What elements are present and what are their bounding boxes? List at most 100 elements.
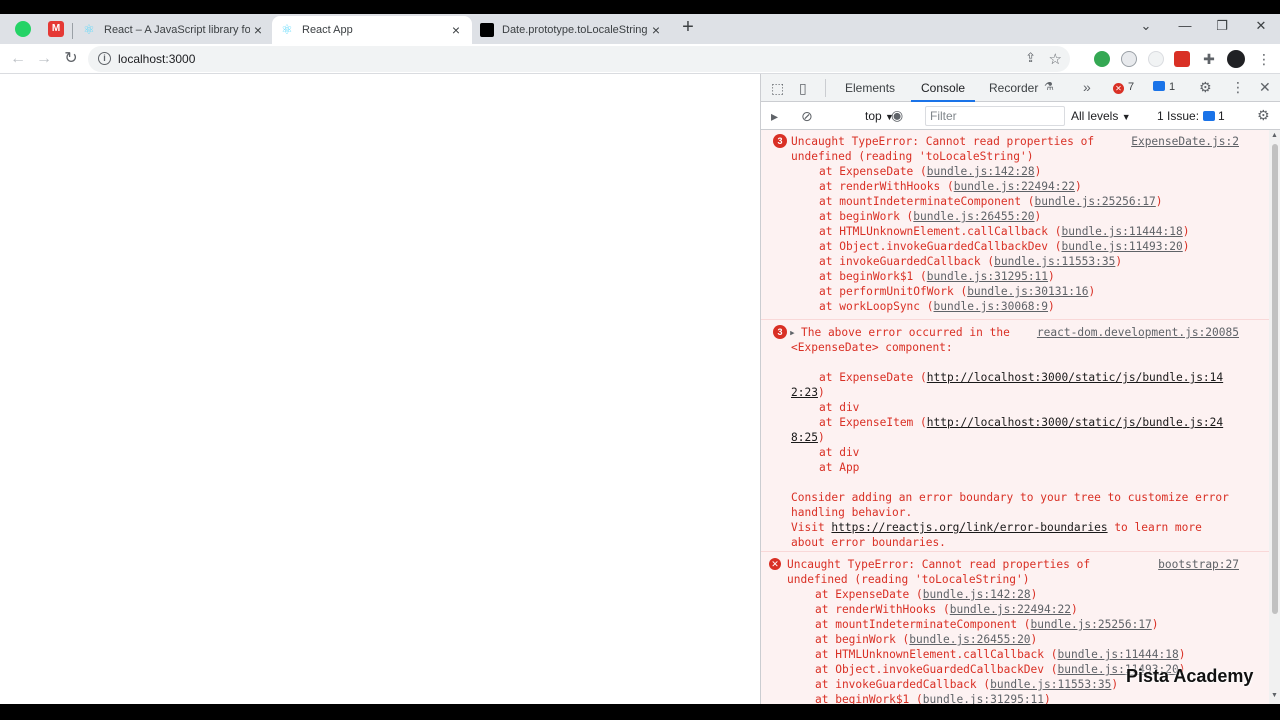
react-icon: ⚛: [83, 22, 95, 37]
error-text: The above error occurred in the: [801, 326, 1010, 339]
minimize-icon[interactable]: —: [1175, 18, 1195, 33]
tab-console[interactable]: Console: [921, 81, 965, 95]
stack-end: ): [1030, 633, 1038, 646]
error-source-link[interactable]: react-dom.development.js:20085: [1037, 325, 1239, 340]
extension-icon[interactable]: [1148, 51, 1164, 67]
stack-end: ): [1111, 678, 1119, 691]
stack-link[interactable]: bundle.js:25256:17: [1035, 195, 1156, 208]
filter-input[interactable]: Filter: [925, 106, 1065, 126]
scrollbar-thumb[interactable]: [1272, 144, 1278, 614]
whatsapp-pinned-tab-icon[interactable]: [15, 21, 31, 37]
close-icon[interactable]: ×: [448, 22, 464, 38]
stack-link[interactable]: bundle.js:11493:20: [1061, 240, 1182, 253]
more-tabs-icon[interactable]: »: [1083, 79, 1091, 95]
tab-recorder[interactable]: Recorder: [989, 81, 1038, 95]
stack-fn: at ExpenseDate (: [815, 588, 923, 601]
info-icon[interactable]: i: [98, 52, 111, 65]
maximize-icon[interactable]: ❐: [1212, 18, 1232, 34]
tab-search-icon[interactable]: ⌄: [1136, 18, 1156, 34]
issues-button[interactable]: 1 Issue: 1: [1157, 109, 1225, 123]
live-expression-eye-icon[interactable]: ◉: [891, 107, 903, 124]
tab-react-docs[interactable]: ⚛ React – A JavaScript library for bu ×: [74, 16, 274, 44]
sidebar-toggle-icon[interactable]: ▸: [771, 108, 778, 125]
stack-fn: at beginWork (: [815, 633, 910, 646]
log-levels-dropdown[interactable]: All levels ▼: [1071, 109, 1131, 123]
stack-fn: at mountIndeterminateComponent (: [819, 195, 1035, 208]
stack-link[interactable]: bundle.js:25256:17: [1031, 618, 1152, 631]
divider: [825, 79, 826, 97]
console-output: 3 ExpenseDate.js:2 Uncaught TypeError: C…: [761, 130, 1269, 704]
inspect-element-icon[interactable]: ⬚: [771, 80, 784, 97]
stack-link[interactable]: bundle.js:142:28: [923, 588, 1031, 601]
settings-gear-icon[interactable]: ⚙: [1199, 79, 1212, 96]
tab-mdn-date[interactable]: Date.prototype.toLocaleString() - ×: [472, 16, 672, 44]
address-bar[interactable]: i localhost:3000 ⇪ ☆: [88, 46, 1070, 72]
stack-line: at ExpenseDate (http://localhost:3000/st…: [819, 370, 1223, 385]
extension-icon[interactable]: [1121, 51, 1137, 67]
stack-link[interactable]: bundle.js:11444:18: [1061, 225, 1182, 238]
stack-link[interactable]: http://localhost:3000/static/js/bundle.j…: [927, 371, 1223, 384]
stack-link[interactable]: 8:25: [791, 431, 818, 444]
stack-link[interactable]: bundle.js:30131:16: [967, 285, 1088, 298]
scroll-up-icon[interactable]: ▲: [1271, 132, 1278, 139]
console-error-message: 3 ExpenseDate.js:2 Uncaught TypeError: C…: [761, 130, 1269, 320]
stack-link[interactable]: bundle.js:31295:11: [923, 693, 1044, 704]
context-selector[interactable]: top ▼: [865, 109, 894, 123]
bookmark-star-icon[interactable]: ☆: [1049, 50, 1062, 68]
scroll-down-icon[interactable]: ▼: [1271, 692, 1278, 699]
browser-toolbar: ← → ↻ i localhost:3000 ⇪ ☆ ✚ ⋮: [0, 44, 1280, 74]
stack-link[interactable]: bundle.js:11444:18: [1057, 648, 1178, 661]
advice-fragment: Visit: [791, 521, 832, 534]
error-boundaries-link[interactable]: https://reactjs.org/link/error-boundarie…: [831, 521, 1107, 534]
flask-icon: ⚗: [1044, 81, 1054, 93]
close-icon[interactable]: ×: [250, 22, 266, 38]
error-icon: ✕: [1113, 83, 1124, 94]
forward-icon[interactable]: →: [34, 49, 54, 69]
puzzle-extensions-icon[interactable]: ✚: [1201, 51, 1217, 67]
expand-arrow-icon[interactable]: ▸: [789, 325, 796, 340]
stack-end: ): [1048, 300, 1055, 313]
devtools-menu-icon[interactable]: ⋮: [1231, 79, 1245, 96]
new-tab-icon[interactable]: +: [678, 17, 698, 37]
stack-link[interactable]: 2:23: [791, 386, 818, 399]
window-close-icon[interactable]: ✕: [1251, 18, 1271, 34]
repeat-count-badge: 3: [773, 134, 787, 148]
clear-console-icon[interactable]: ⊘: [801, 108, 813, 125]
tab-react-app[interactable]: ⚛ React App ×: [272, 16, 472, 44]
stack-link[interactable]: bundle.js:11553:35: [994, 255, 1115, 268]
back-icon[interactable]: ←: [8, 49, 28, 69]
error-text: undefined (reading 'toLocaleString'): [787, 573, 1030, 586]
stack-link[interactable]: bundle.js:11553:35: [990, 678, 1111, 691]
share-icon[interactable]: ⇪: [1025, 50, 1036, 66]
extension-icon[interactable]: [1174, 51, 1190, 67]
stack-link[interactable]: bundle.js:26455:20: [909, 633, 1030, 646]
error-text: undefined (reading 'toLocaleString'): [791, 150, 1034, 163]
console-settings-icon[interactable]: ⚙: [1257, 107, 1270, 124]
dropdown-arrow-icon: ▼: [1121, 112, 1131, 122]
stack-link[interactable]: bundle.js:31295:11: [927, 270, 1048, 283]
error-count-badge[interactable]: ✕ 7: [1113, 81, 1134, 94]
message-count-badge[interactable]: 1: [1153, 81, 1175, 93]
close-devtools-icon[interactable]: ✕: [1259, 79, 1271, 96]
error-source-link[interactable]: ExpenseDate.js:2: [1131, 134, 1239, 149]
stack-line: at div: [819, 446, 860, 459]
reload-icon[interactable]: ↻: [61, 49, 81, 69]
console-scrollbar[interactable]: ▲ ▼: [1269, 130, 1280, 704]
stack-link[interactable]: bundle.js:30068:9: [934, 300, 1049, 313]
stack-end: ): [1034, 210, 1042, 223]
stack-link[interactable]: bundle.js:22494:22: [950, 603, 1071, 616]
device-toolbar-icon[interactable]: ▯: [799, 80, 807, 97]
browser-menu-icon[interactable]: ⋮: [1256, 51, 1272, 67]
stack-fn: at workLoopSync (: [819, 300, 934, 313]
error-source-link[interactable]: bootstrap:27: [1158, 557, 1239, 572]
gmail-pinned-tab-icon[interactable]: M: [48, 21, 64, 37]
stack-link[interactable]: bundle.js:142:28: [927, 165, 1035, 178]
profile-avatar[interactable]: [1227, 50, 1245, 68]
extension-icon[interactable]: [1094, 51, 1110, 67]
close-icon[interactable]: ×: [648, 22, 664, 38]
tab-elements[interactable]: Elements: [845, 81, 895, 95]
stack-link[interactable]: http://localhost:3000/static/js/bundle.j…: [927, 416, 1223, 429]
stack-line: at ExpenseDate (bundle.js:142:28): [815, 587, 1037, 602]
stack-link[interactable]: bundle.js:26455:20: [913, 210, 1034, 223]
stack-link[interactable]: bundle.js:22494:22: [954, 180, 1075, 193]
